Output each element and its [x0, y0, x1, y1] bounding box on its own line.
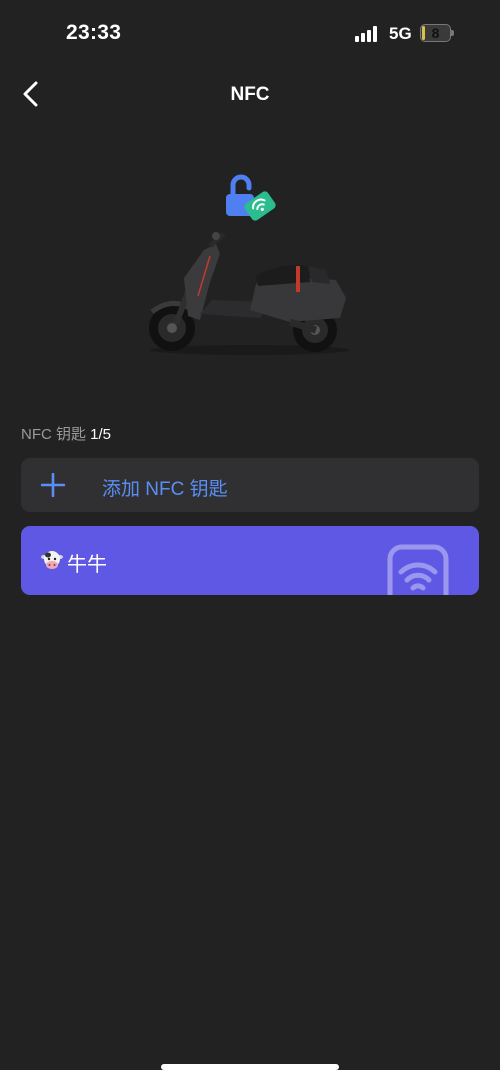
- battery-level: 8: [431, 25, 440, 41]
- battery-icon: 8: [420, 24, 454, 42]
- network-type: 5G: [389, 24, 412, 43]
- status-bar: 23:33 5G 8: [0, 0, 500, 66]
- unlocked-padlock-icon: [226, 174, 276, 221]
- status-time: 23:33: [66, 21, 122, 44]
- hero-illustration: [0, 130, 500, 370]
- add-nfc-key-button[interactable]: 添加 NFC 钥匙: [21, 458, 479, 512]
- scooter-image: [149, 232, 350, 355]
- navigation-bar: NFC: [0, 66, 500, 126]
- nfc-key-name: 牛牛: [67, 554, 107, 576]
- nfc-key-card[interactable]: 牛牛: [21, 526, 479, 595]
- cellular-signal-icon: [355, 26, 381, 42]
- plus-icon: [41, 473, 65, 497]
- nfc-keys-count: 1/5: [90, 426, 112, 443]
- nfc-keys-section-label: NFC 钥匙 1/5: [21, 423, 111, 444]
- nfc-card-icon: [387, 544, 449, 595]
- add-nfc-key-label: 添加 NFC 钥匙: [102, 479, 228, 500]
- home-indicator[interactable]: [161, 1064, 339, 1070]
- nfc-keys-label: NFC 钥匙: [21, 426, 86, 443]
- cow-face-icon: [41, 551, 63, 569]
- page-title: NFC: [230, 84, 270, 105]
